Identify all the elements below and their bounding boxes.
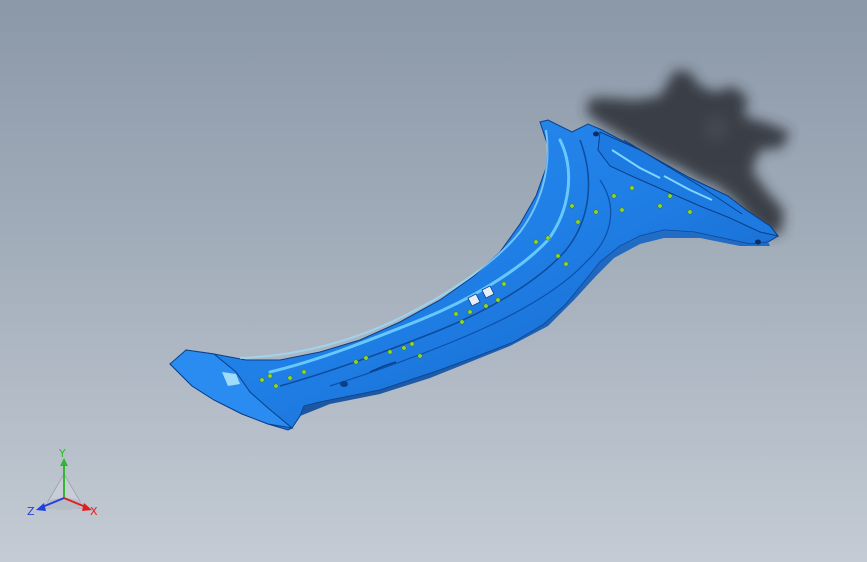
weld-point (657, 203, 663, 209)
y-axis-label: Y (59, 447, 66, 460)
weld-point (545, 235, 551, 241)
z-axis-label: Z (27, 505, 35, 518)
z-axis-arrow-icon (36, 503, 46, 511)
weld-point (353, 359, 359, 365)
weld-point (417, 353, 423, 359)
weld-point (409, 341, 415, 347)
weld-point (569, 203, 575, 209)
weld-point (619, 207, 625, 213)
weld-point (301, 369, 307, 375)
weld-point (501, 281, 507, 287)
model-scene[interactable] (0, 0, 867, 562)
weld-point (387, 349, 393, 355)
weld-point (575, 219, 581, 225)
weld-point (453, 311, 459, 317)
weld-point (459, 319, 465, 325)
side-hole (340, 381, 348, 387)
3d-viewport[interactable]: Y X Z (0, 0, 867, 562)
weld-point (533, 239, 539, 245)
weld-point (467, 309, 473, 315)
flange-hole-2 (755, 239, 761, 245)
weld-point (611, 193, 617, 199)
weld-point (629, 185, 635, 191)
orientation-triad[interactable]: Y X Z (26, 448, 102, 522)
weld-point (667, 193, 673, 199)
weld-point (483, 303, 489, 309)
weld-point (687, 209, 693, 215)
weld-point (363, 355, 369, 361)
flange-hole-1 (593, 131, 599, 137)
weld-point (563, 261, 569, 267)
weld-point (287, 375, 293, 381)
weld-point (593, 209, 599, 215)
weld-point (555, 253, 561, 259)
weld-point (401, 345, 407, 351)
weld-point (495, 297, 501, 303)
weld-point (273, 383, 279, 389)
weld-point (259, 377, 265, 383)
x-axis-label: X (90, 505, 98, 518)
weld-point (267, 373, 273, 379)
